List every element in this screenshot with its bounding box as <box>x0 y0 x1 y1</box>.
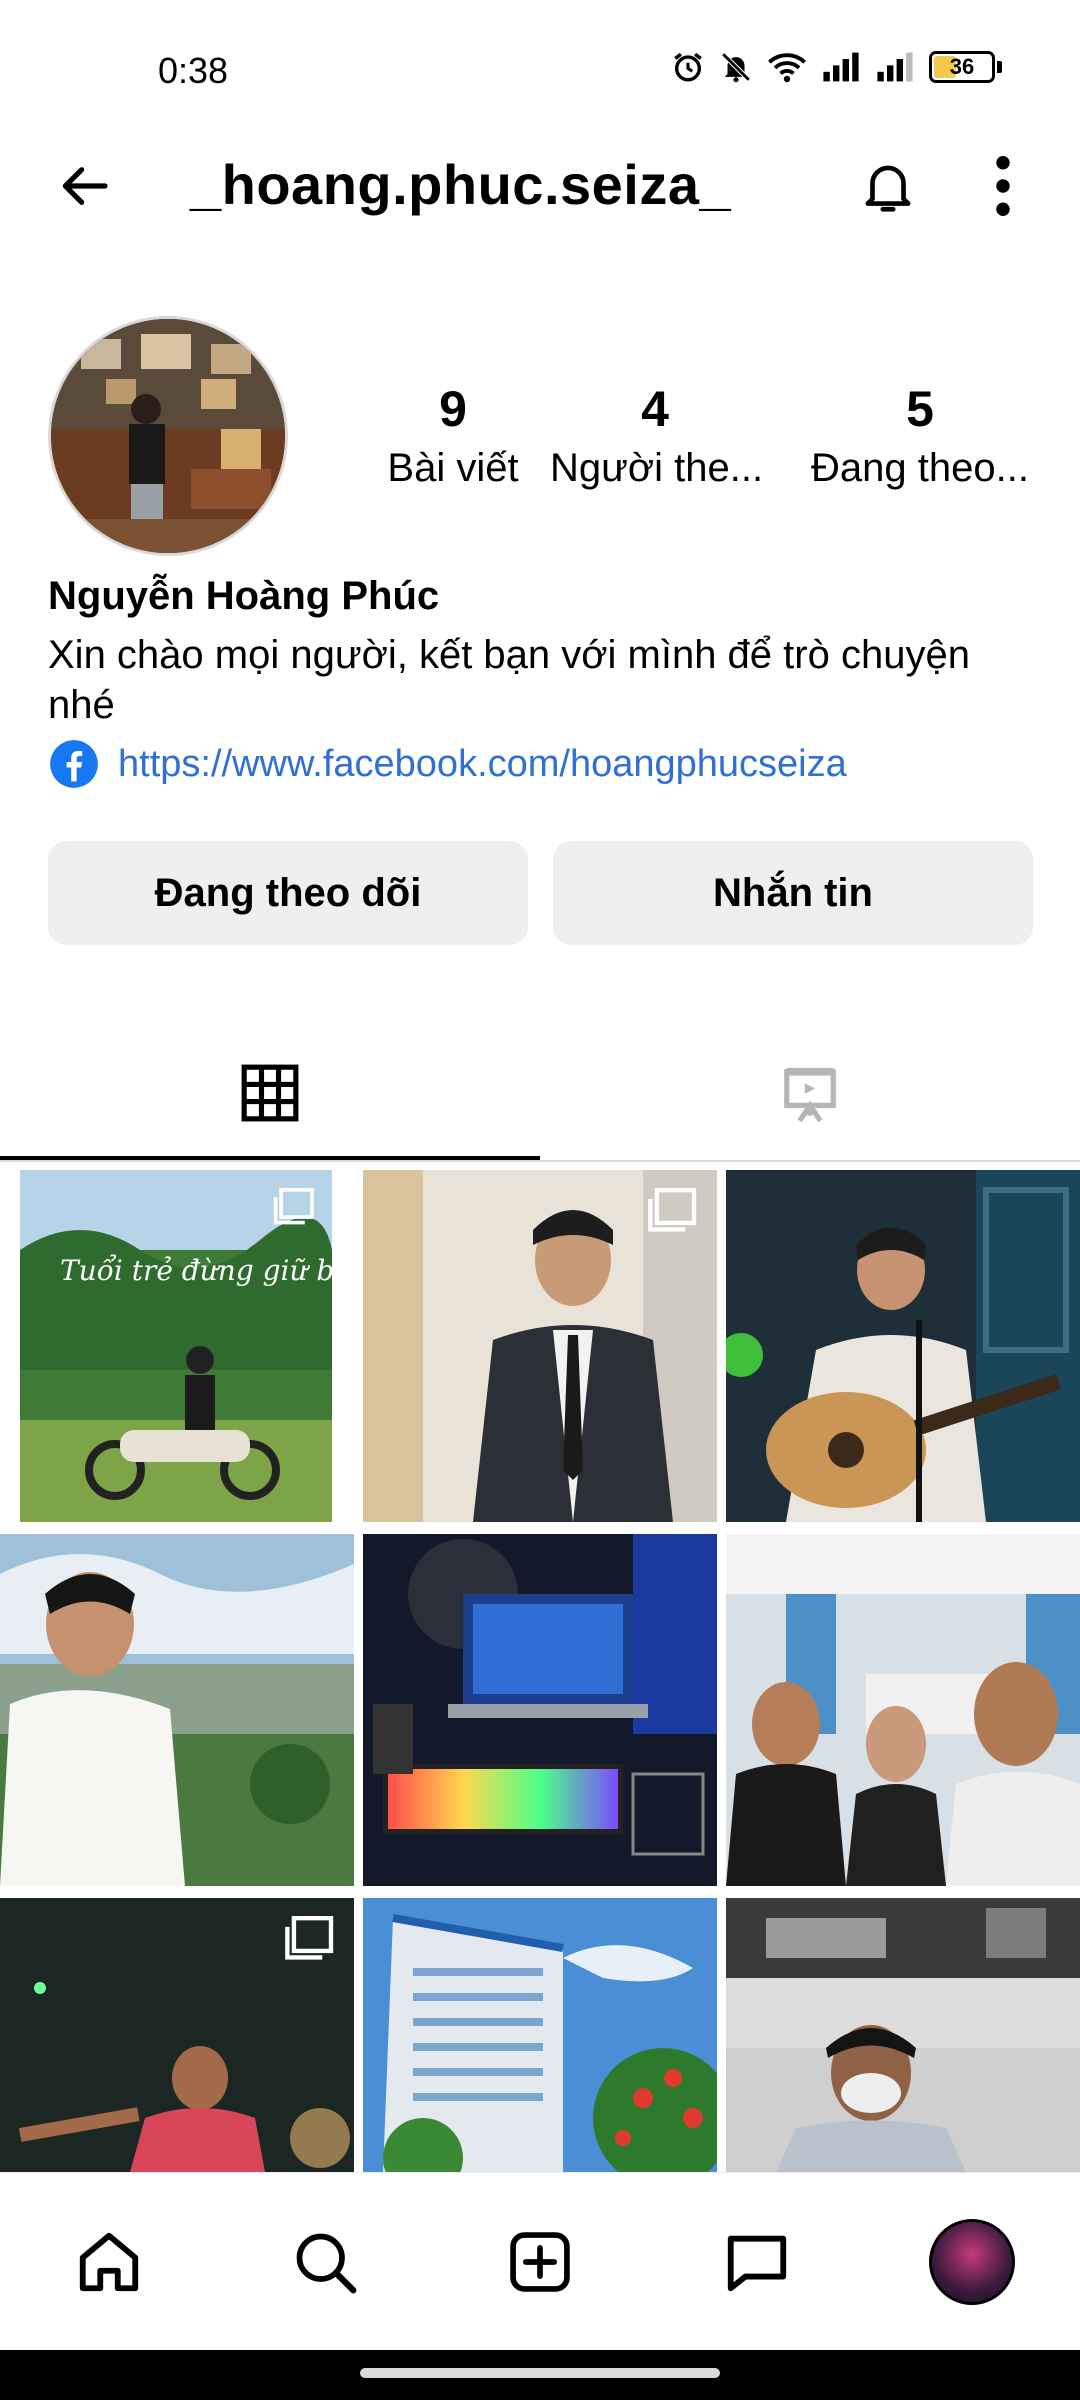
multi-photo-icon <box>648 1188 697 1232</box>
reels-icon <box>784 1067 836 1123</box>
new-post-icon <box>510 2232 570 2292</box>
post-group-selfie[interactable] <box>726 1534 1080 1886</box>
post-masked-portrait[interactable] <box>726 1898 1080 2172</box>
battery-level: 36 <box>949 54 975 79</box>
content-tabs <box>0 1030 1080 1162</box>
stat-following-label: Đang theo... <box>811 446 1029 490</box>
nav-new-post[interactable] <box>495 2217 585 2307</box>
post-image <box>726 1898 1080 2172</box>
nav-messages[interactable] <box>712 2217 802 2307</box>
signal-icon-2 <box>875 51 915 83</box>
post-image <box>0 1534 354 1886</box>
avatar-photo <box>51 319 285 553</box>
post-laptop-setup[interactable] <box>363 1534 717 1886</box>
back-arrow-icon <box>62 167 108 205</box>
status-bar: 0:38 36 <box>0 0 1080 110</box>
profile-full-name: Nguyễn Hoàng Phúc <box>48 574 440 618</box>
more-vertical-icon <box>996 156 1010 216</box>
post-image <box>363 1534 717 1886</box>
search-icon <box>296 2233 357 2294</box>
post-suit-portrait[interactable] <box>363 1170 717 1522</box>
profile-stats: 9 Bài viết 4 Người the... 5 Đang theo... <box>360 380 1060 520</box>
post-image <box>363 1898 717 2172</box>
message-button[interactable]: Nhắn tin <box>553 841 1033 945</box>
stat-posts-label: Bài viết <box>387 446 519 490</box>
post-guitar-singing[interactable] <box>726 1170 1080 1522</box>
profile-link[interactable]: https://www.facebook.com/hoangphucseiza <box>48 738 847 790</box>
more-options-button[interactable] <box>968 148 1038 224</box>
profile-avatar-small <box>929 2219 1015 2305</box>
home-icon <box>79 2232 139 2292</box>
nav-home[interactable] <box>64 2217 154 2307</box>
post-night-basketball[interactable] <box>0 1898 354 2172</box>
profile-header: _hoang.phuc.seiza_ <box>0 130 1080 240</box>
post-white-shirt-city-view[interactable] <box>0 1534 354 1886</box>
facebook-icon <box>50 740 98 788</box>
multi-photo-icon <box>285 1916 334 1960</box>
stat-posts-count: 9 <box>439 381 467 437</box>
profile-avatar[interactable] <box>48 316 288 556</box>
alarm-icon <box>671 50 705 84</box>
post-image <box>726 1170 1080 1522</box>
status-time: 0:38 <box>158 50 229 91</box>
stat-following-count: 5 <box>906 381 934 437</box>
battery-icon: 36 <box>929 51 995 83</box>
signal-icon <box>821 51 861 83</box>
post-overlay-text: Tuổi trẻ đừng giữ bao nhiêu? <box>60 1254 332 1287</box>
tabs-divider <box>0 1160 1080 1162</box>
home-gesture-bar[interactable] <box>360 2368 720 2378</box>
nav-search[interactable] <box>280 2217 370 2307</box>
bottom-navigation <box>0 2172 1080 2350</box>
status-icons: 36 <box>671 50 1002 84</box>
stat-followers-count: 4 <box>641 381 669 437</box>
back-button[interactable] <box>48 150 120 222</box>
tab-reels[interactable] <box>540 1030 1080 1160</box>
post-motorbike-jungle[interactable]: Tuổi trẻ đừng giữ bao nhiêu? <box>20 1170 332 1522</box>
gesture-area <box>0 2350 1080 2400</box>
post-hospital-building[interactable] <box>363 1898 717 2172</box>
battery-tip <box>997 61 1002 73</box>
profile-username: _hoang.phuc.seiza_ <box>190 153 732 216</box>
wifi-icon <box>767 51 807 83</box>
notifications-button[interactable] <box>850 148 926 224</box>
multi-photo-icon <box>273 1188 314 1225</box>
profile-link-text[interactable]: https://www.facebook.com/hoangphucseiza <box>118 743 847 786</box>
post-image <box>726 1534 1080 1886</box>
stat-posts[interactable]: 9 Bài viết <box>360 380 546 491</box>
following-button[interactable]: Đang theo dõi <box>48 841 528 945</box>
stat-followers-label: Người the... <box>550 446 764 490</box>
stat-followers[interactable]: 4 Người the... <box>550 380 764 491</box>
mute-icon <box>719 50 753 84</box>
profile-bio: Xin chào mọi người, kết bạn với mình để … <box>48 633 970 727</box>
stat-following[interactable]: 5 Đang theo... <box>800 380 1040 491</box>
grid-icon <box>241 1064 299 1122</box>
messages-icon <box>727 2235 787 2292</box>
nav-profile[interactable] <box>927 2217 1017 2307</box>
posts-grid: Tuổi trẻ đừng giữ bao nhiêu? <box>0 1170 1080 2172</box>
tab-posts-grid[interactable] <box>0 1030 540 1160</box>
bell-icon <box>865 165 911 212</box>
